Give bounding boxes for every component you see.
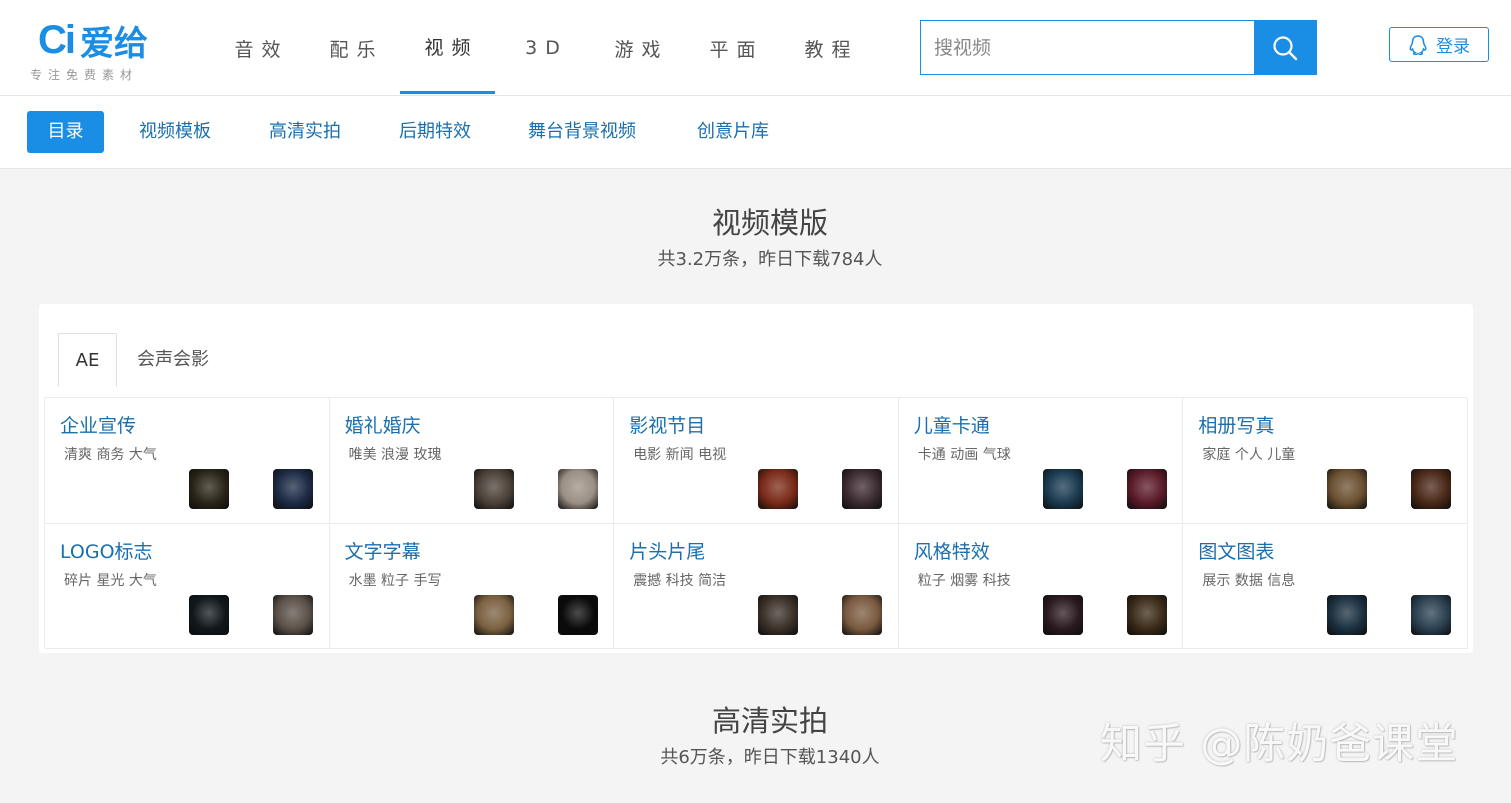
category-title[interactable]: LOGO标志 — [60, 537, 153, 564]
category-tags: 家庭 个人 儿童 — [1202, 447, 1296, 463]
nav-item-game[interactable]: 游戏 — [590, 0, 685, 96]
subnav-item-video-templates[interactable]: 视频模板 — [139, 111, 211, 153]
category-tags: 唯美 浪漫 玫瑰 — [348, 447, 442, 463]
category-cell: LOGO标志碎片 星光 大气 — [45, 523, 330, 649]
category-tags: 电影 新闻 电视 — [633, 447, 727, 463]
preview-thumbnail[interactable] — [842, 469, 883, 509]
category-grid: 企业宣传 清爽 商务 大气 婚礼婚庆 唯美 浪漫 玫瑰 影视节目 电影 新闻 电视 儿童卡通… — [44, 397, 1468, 649]
subnav-item-post-effects[interactable]: 后期特效 — [399, 111, 471, 153]
preview-thumbnail[interactable] — [273, 469, 313, 509]
preview-thumbnail[interactable] — [1411, 469, 1452, 509]
preview-thumbnail[interactable] — [1411, 594, 1452, 635]
preview-thumbnail[interactable] — [189, 594, 229, 635]
preview-thumbnail[interactable] — [557, 469, 598, 509]
preview-thumbnail[interactable] — [189, 469, 229, 509]
preview-thumbnail[interactable] — [1126, 469, 1167, 509]
search-box — [920, 20, 1317, 75]
logo-ci-mark: Ci — [38, 17, 76, 62]
preview-thumbnail[interactable] — [473, 469, 514, 509]
subnav-item-stage-backgrounds[interactable]: 舞台背景视频 — [528, 111, 636, 153]
category-title[interactable]: 图文图表 — [1198, 537, 1274, 564]
section-subtitle-video-templates: 共3.2万条，昨日下载784人 — [657, 249, 883, 270]
nav-item-graphic[interactable]: 平面 — [685, 0, 780, 96]
category-title[interactable]: 文字字幕 — [345, 537, 421, 564]
preview-thumbnail[interactable] — [842, 594, 883, 635]
category-tags: 展示 数据 信息 — [1202, 572, 1296, 589]
preview-thumbnail[interactable] — [557, 594, 598, 635]
preview-thumbnail[interactable] — [473, 594, 514, 635]
category-title[interactable]: 风格特效 — [914, 537, 990, 564]
category-title[interactable]: 片头片尾 — [629, 537, 705, 564]
search-button[interactable] — [1254, 21, 1316, 74]
category-title[interactable]: 婚礼婚庆 — [345, 411, 421, 438]
nav-item-sound[interactable]: 音效 — [210, 0, 305, 96]
preview-thumbnail[interactable] — [1042, 469, 1083, 509]
subnav-item-catalog[interactable]: 目录 — [27, 111, 104, 153]
category-tags: 水墨 粒子 手写 — [348, 572, 442, 589]
preview-thumbnail[interactable] — [758, 594, 799, 635]
search-input[interactable] — [921, 21, 1254, 74]
category-cell: 相册写真家庭 个人 儿童 — [1183, 398, 1468, 524]
category-cell: 儿童卡通卡通 动画 气球 — [898, 398, 1184, 524]
preview-thumbnail[interactable] — [1327, 594, 1368, 635]
category-tags: 碎片 星光 大气 — [64, 572, 157, 589]
category-title[interactable]: 相册写真 — [1198, 411, 1274, 438]
nav-item-3d[interactable]: 3D — [495, 0, 590, 96]
category-cell: 婚礼婚庆唯美 浪漫 玫瑰 — [329, 398, 615, 524]
category-cell: 文字字幕水墨 粒子 手写 — [329, 523, 615, 649]
category-title[interactable]: 儿童卡通 — [914, 411, 990, 438]
search-icon — [1273, 35, 1298, 60]
category-cell: 图文图表展示 数据 信息 — [1183, 523, 1468, 649]
top-header: Ci 爱给 专注免费素材 音效 配乐 视频 3D 游戏 平面 教程 登录 — [0, 0, 1511, 96]
template-card: AE 会声会影 企业宣传 清爽 商务 大气 婚礼婚庆 唯美 浪漫 玫瑰 影视节目 电影 新… — [39, 304, 1473, 653]
logo-name: 爱给 — [80, 23, 148, 64]
tab-corel-videostudio[interactable]: 会声会影 — [117, 333, 229, 387]
nav-item-video[interactable]: 视频 — [400, 0, 495, 94]
subnav-item-creative-library[interactable]: 创意片库 — [697, 111, 769, 153]
site-logo[interactable]: Ci 爱给 专注免费素材 — [30, 16, 180, 83]
category-cell: 影视节目电影 新闻 电视 — [614, 398, 899, 524]
category-tags: 震撼 科技 简洁 — [633, 572, 727, 589]
category-title[interactable]: 影视节目 — [629, 411, 705, 438]
category-cell: 风格特效粒子 烟雾 科技 — [898, 523, 1184, 649]
login-label: 登录 — [1436, 37, 1470, 57]
template-tabs: AE 会声会影 — [58, 333, 229, 387]
preview-thumbnail[interactable] — [1327, 469, 1368, 509]
category-tags: 清爽 商务 大气 — [64, 447, 157, 463]
watermark-text: 知乎 @陈奶爸课堂 — [1100, 719, 1459, 768]
preview-thumbnail[interactable] — [758, 469, 799, 509]
tab-ae[interactable]: AE — [58, 333, 117, 387]
category-cell: 片头片尾震撼 科技 简洁 — [614, 523, 899, 649]
main-nav: 音效 配乐 视频 3D 游戏 平面 教程 — [210, 0, 875, 96]
category-tags: 卡通 动画 气球 — [917, 447, 1011, 463]
preview-thumbnail[interactable] — [1042, 594, 1083, 635]
category-cell: 企业宣传清爽 商务 大气 — [45, 398, 330, 524]
preview-thumbnail[interactable] — [1126, 594, 1167, 635]
qq-icon — [1409, 34, 1427, 55]
sub-nav: 目录 视频模板 高清实拍 后期特效 舞台背景视频 创意片库 — [0, 96, 1511, 169]
category-title[interactable]: 企业宣传 — [60, 411, 136, 438]
login-button[interactable]: 登录 — [1389, 27, 1489, 62]
nav-item-music[interactable]: 配乐 — [305, 0, 400, 96]
category-tags: 粒子 烟雾 科技 — [917, 572, 1011, 589]
subnav-item-hd-footage[interactable]: 高清实拍 — [269, 111, 341, 153]
preview-thumbnail[interactable] — [273, 594, 313, 635]
nav-item-tutorial[interactable]: 教程 — [780, 0, 875, 96]
section-title-video-templates: 视频模版 — [711, 206, 828, 240]
logo-slogan: 专注免费素材 — [30, 68, 139, 82]
